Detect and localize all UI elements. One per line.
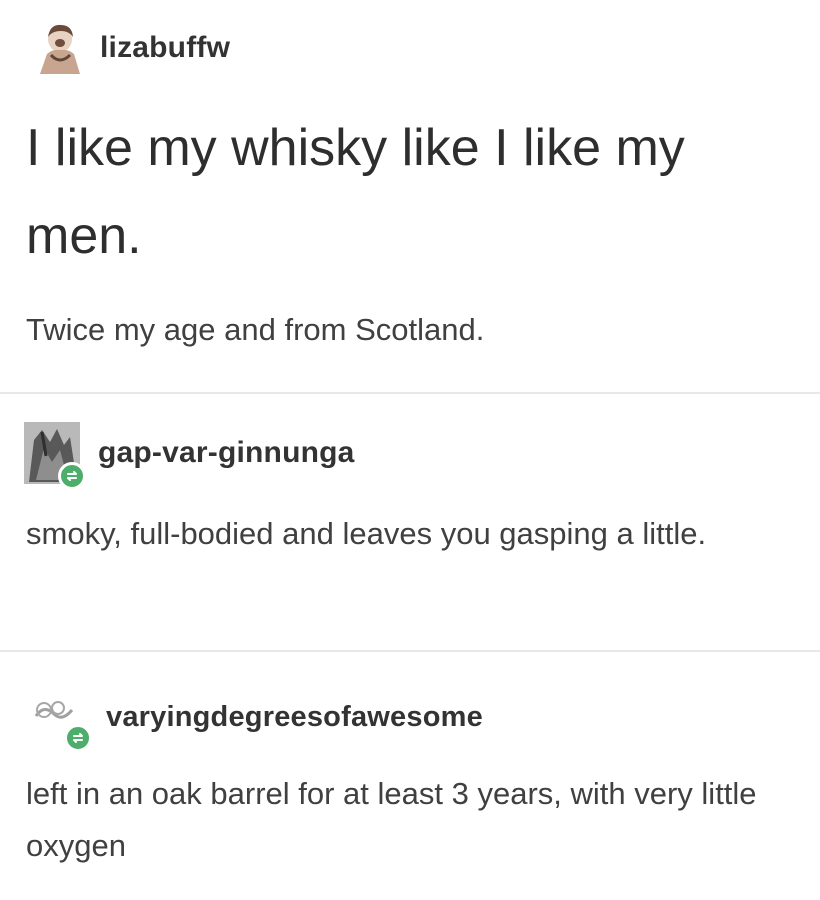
avatar-gap-var-ginnunga[interactable] <box>24 422 86 490</box>
avatar-lizabuffw[interactable] <box>34 22 86 74</box>
divider <box>0 650 820 652</box>
divider <box>0 392 820 394</box>
username-gap-var-ginnunga[interactable]: gap-var-ginnunga <box>98 438 355 468</box>
tumblr-post: lizabuffw I like my whisky like I like m… <box>0 0 820 900</box>
username-varyingdegreesofawesome[interactable]: varyingdegreesofawesome <box>106 702 483 732</box>
reply-header-1: gap-var-ginnunga <box>24 422 355 490</box>
reblog-icon <box>64 724 92 752</box>
reply-body-1: smoky, full-bodied and leaves you gaspin… <box>26 516 707 551</box>
username-lizabuffw[interactable]: lizabuffw <box>100 33 230 63</box>
original-post-header: lizabuffw <box>34 22 230 74</box>
person-avatar-icon <box>40 24 80 74</box>
post-body: Twice my age and from Scotland. <box>26 312 485 347</box>
reblog-icon <box>58 462 86 490</box>
avatar-varyingdegreesofawesome[interactable] <box>32 690 92 752</box>
reply-body-2: left in an oak barrel for at least 3 yea… <box>26 776 757 863</box>
reply-header-2: varyingdegreesofawesome <box>32 690 483 752</box>
post-title: I like my whisky like I like my men. <box>26 119 685 265</box>
